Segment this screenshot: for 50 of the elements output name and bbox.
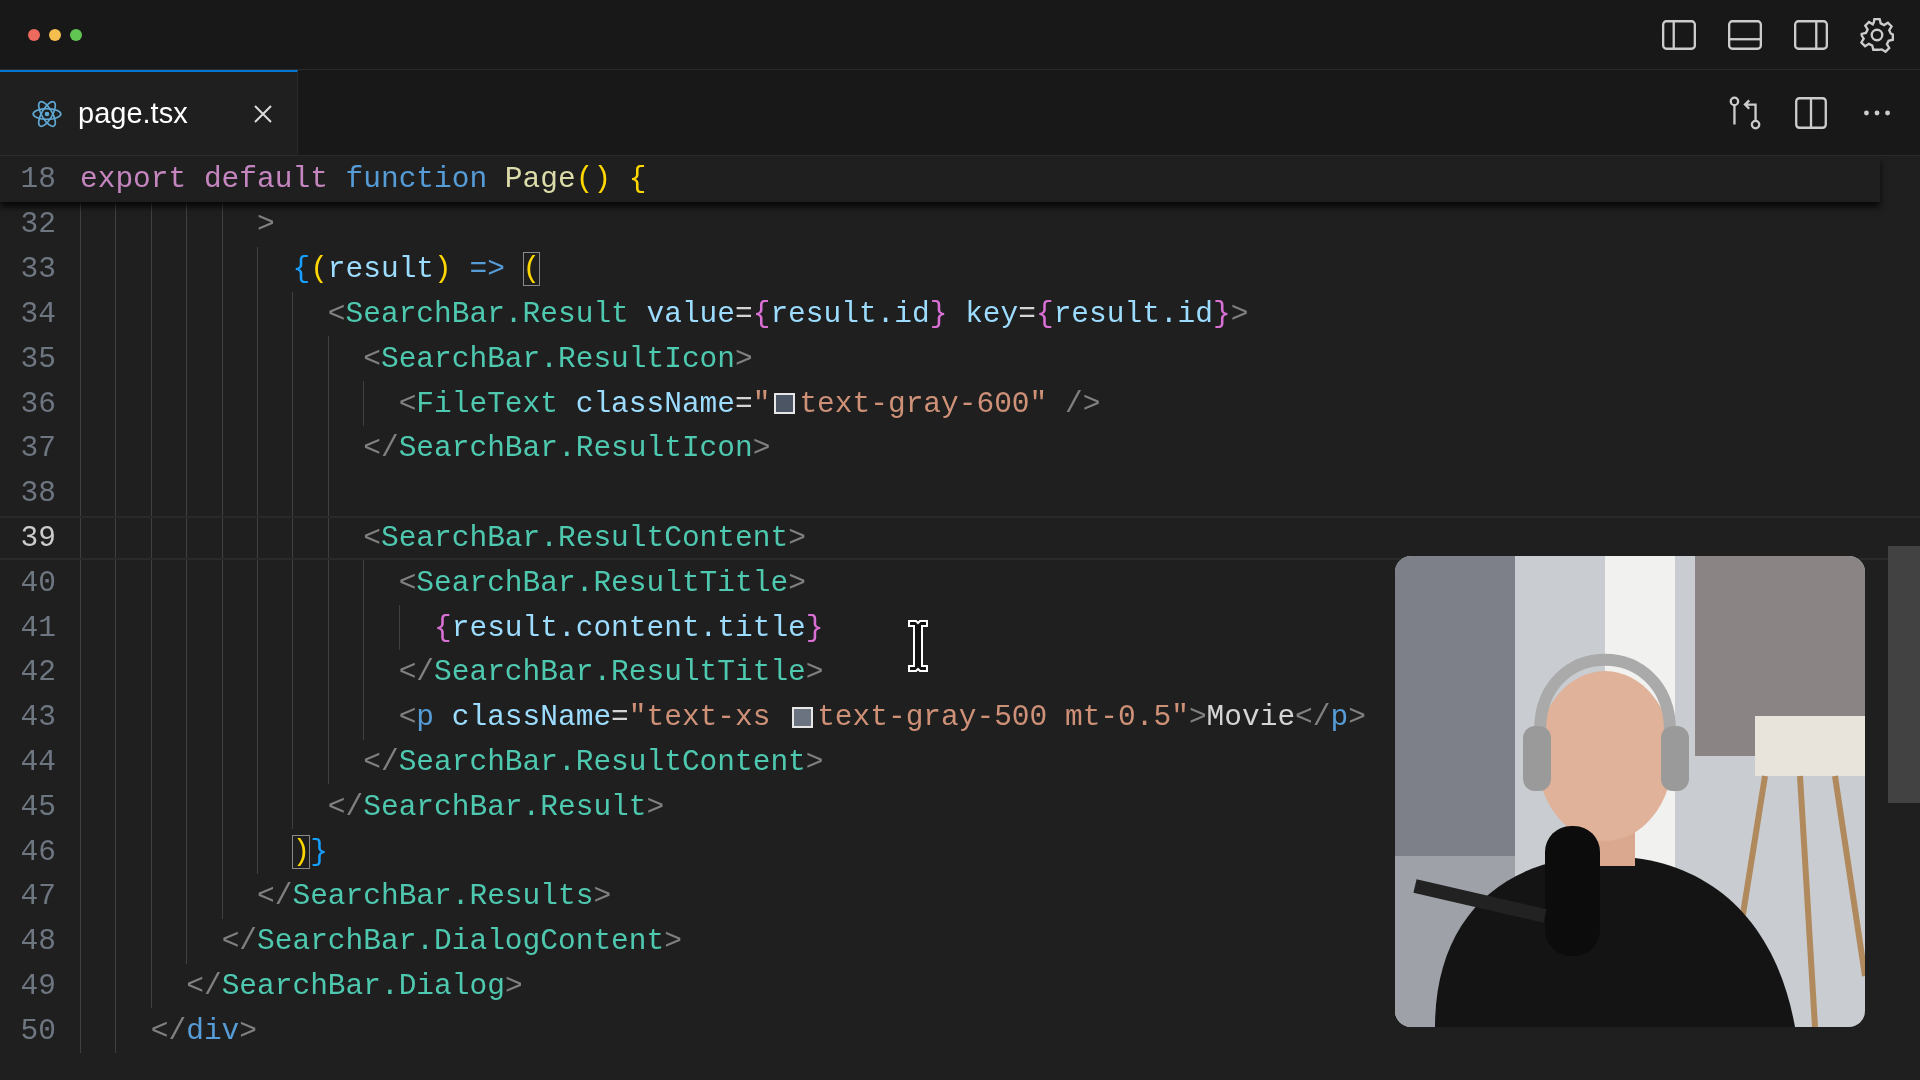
code-text: <FileText className="	[398, 386, 771, 421]
settings-icon[interactable]	[1858, 15, 1896, 54]
code-text: {result.content.title}	[434, 610, 824, 645]
line-number: 47	[19, 879, 56, 914]
line-number: 42	[19, 655, 56, 690]
line-number: 44	[19, 744, 56, 779]
code-text: <p className="text-xs	[398, 700, 772, 735]
code-text: </SearchBar.Results>	[257, 879, 612, 914]
code-text: </SearchBar.ResultIcon>	[363, 431, 771, 466]
code-text: </SearchBar.Result>	[327, 789, 665, 824]
code-text: </SearchBar.ResultContent>	[363, 744, 824, 779]
code-text: >	[257, 207, 275, 242]
code-text: </SearchBar.DialogContent>	[221, 924, 682, 959]
line-number: 50	[19, 1013, 56, 1048]
line-number: 34	[19, 297, 56, 331]
code-text: {(result) => (	[292, 252, 541, 287]
color-swatch[interactable]	[792, 706, 814, 728]
line-number: 46	[19, 834, 56, 869]
code-text: </SearchBar.ResultTitle>	[398, 655, 824, 690]
line-number: 35	[19, 341, 56, 376]
code-text: <SearchBar.ResultContent>	[363, 520, 806, 555]
code-text: </SearchBar.Dialog>	[186, 968, 523, 1003]
line-number: 36	[19, 386, 56, 421]
line-number: 43	[19, 700, 56, 735]
code-text: <SearchBar.Result value={result.id} key={result.id}>	[327, 297, 1249, 331]
line-number: 32	[19, 207, 56, 242]
code-text: text-gray-600" />	[799, 386, 1101, 421]
code-text: <SearchBar.ResultTitle>	[398, 565, 806, 600]
line-number: 41	[19, 610, 56, 645]
code-text: )}	[292, 834, 328, 869]
text-cursor-icon	[906, 618, 930, 674]
scrollbar-thumb[interactable]	[1888, 546, 1920, 803]
code-text: </div>	[150, 1013, 258, 1048]
editor-tab[interactable]: page.tsx	[0, 70, 298, 155]
line-number: 40	[19, 565, 56, 600]
code-text: <SearchBar.ResultIcon>	[363, 341, 753, 376]
code-text: export default function Page() {	[80, 162, 647, 196]
close-window-icon[interactable]	[28, 28, 40, 41]
line-number: 37	[19, 431, 56, 466]
minimize-window-icon[interactable]	[49, 28, 61, 41]
line-number: 48	[19, 924, 56, 959]
line-number: 38	[19, 476, 56, 511]
line-number: 39	[19, 520, 56, 555]
line-number: 45	[19, 789, 56, 824]
maximize-window-icon[interactable]	[70, 28, 82, 41]
code-text: text-gray-500 mt-0.5">Movie</p>	[817, 700, 1366, 735]
line-number: 33	[19, 252, 56, 287]
line-number: 18	[19, 162, 56, 196]
line-number: 49	[19, 968, 56, 1003]
color-swatch[interactable]	[774, 393, 796, 415]
